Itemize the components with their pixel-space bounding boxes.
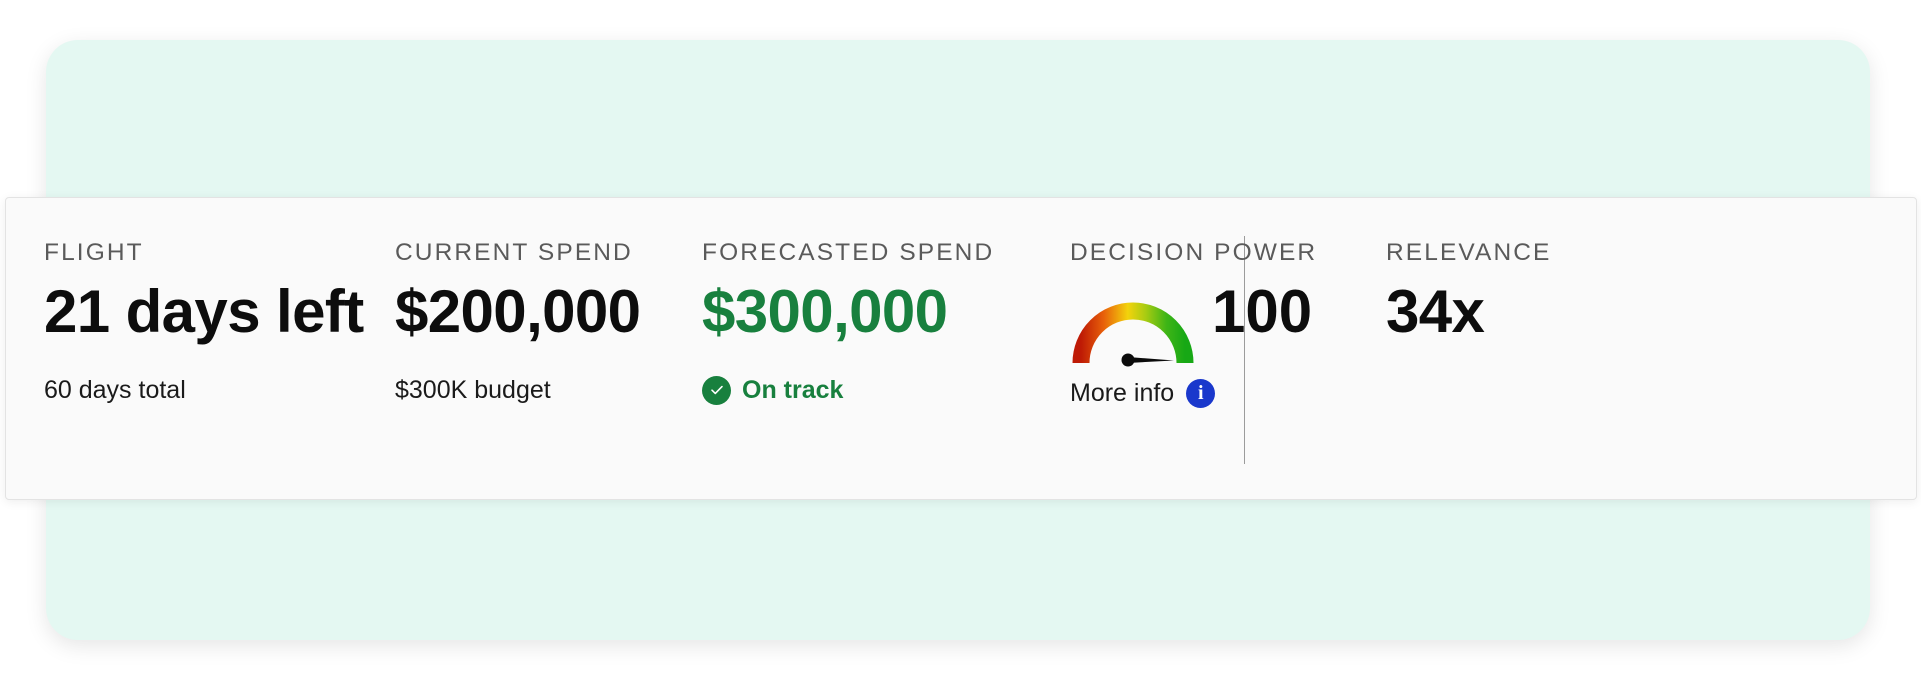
metric-flight: FLIGHT 21 days left 60 days total [44,198,374,499]
metric-decision-power-label: DECISION POWER [1070,239,1318,266]
metric-flight-value: 21 days left [44,278,364,345]
metric-decision-power-value: 100 [1212,278,1313,345]
more-info-link[interactable]: More info i [1070,376,1216,410]
metric-relevance-value: 34x [1386,278,1485,345]
metric-current-spend-value: $200,000 [395,278,641,345]
check-circle-icon [702,375,731,405]
metric-current-spend-sub: $300K budget [395,376,551,404]
metric-forecasted-spend-value: $300,000 [702,278,948,345]
metrics-panel: FLIGHT 21 days left 60 days total CURREN… [5,197,1917,500]
metric-current-spend-label: CURRENT SPEND [395,239,633,266]
metric-relevance-label: RELEVANCE [1386,239,1552,266]
more-info-label: More info [1070,379,1175,407]
metric-flight-sub: 60 days total [44,376,186,404]
metric-forecasted-spend-label: FORECASTED SPEND [702,239,995,266]
metric-relevance: RELEVANCE 34x [1386,198,1636,499]
metrics-row: FLIGHT 21 days left 60 days total CURREN… [6,198,1916,499]
gauge-icon [1070,293,1196,371]
status-badge-label: On track [742,376,844,404]
status-badge: On track [702,373,843,407]
metric-decision-power: DECISION POWER 100 More info i [1070,198,1370,499]
metric-flight-label: FLIGHT [44,239,144,266]
info-icon[interactable]: i [1186,378,1216,408]
metric-current-spend: CURRENT SPEND $200,000 $300K budget [395,198,685,499]
